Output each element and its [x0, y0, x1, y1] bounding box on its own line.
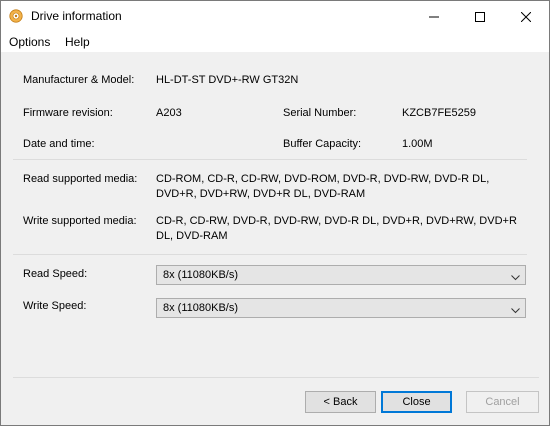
menu-options[interactable]: Options — [9, 35, 50, 49]
write-media-label: Write supported media: — [23, 215, 137, 227]
chevron-down-icon — [511, 305, 520, 317]
write-media-value: CD-R, CD-RW, DVD-R, DVD-RW, DVD-R DL, DV… — [156, 215, 517, 242]
cancel-button[interactable]: Cancel — [466, 391, 539, 413]
manufacturer-label: Manufacturer & Model: — [23, 74, 135, 86]
cd-disc-icon — [9, 9, 23, 23]
minimize-button[interactable] — [411, 1, 457, 32]
divider — [13, 159, 527, 160]
drive-information-window: Drive information Options Help Manufactu… — [0, 0, 550, 426]
firmware-label: Firmware revision: — [23, 107, 113, 119]
window-title: Drive information — [31, 9, 122, 23]
close-window-button[interactable] — [503, 1, 549, 32]
divider — [13, 254, 527, 255]
serial-label: Serial Number: — [283, 107, 357, 119]
minimize-icon — [429, 12, 439, 22]
datetime-label: Date and time: — [23, 138, 95, 150]
buffer-value: 1.00M — [402, 138, 433, 150]
maximize-button[interactable] — [457, 1, 503, 32]
serial-value: KZCB7FE5259 — [402, 107, 476, 119]
write-speed-label: Write Speed: — [23, 300, 87, 312]
read-speed-value: 8x (11080KB/s) — [163, 269, 239, 281]
read-media-label: Read supported media: — [23, 173, 138, 185]
menu-bar: Options Help — [1, 32, 549, 52]
close-icon — [521, 11, 531, 22]
chevron-down-icon — [511, 272, 520, 284]
read-media-value: CD-ROM, CD-R, CD-RW, DVD-ROM, DVD-R, DVD… — [156, 173, 490, 200]
menu-help[interactable]: Help — [65, 35, 90, 49]
back-button[interactable]: < Back — [305, 391, 376, 413]
maximize-icon — [475, 11, 485, 22]
footer-divider — [13, 377, 539, 378]
drive-info-panel: Manufacturer & Model: HL-DT-ST DVD+-RW G… — [1, 52, 549, 425]
close-button[interactable]: Close — [381, 391, 452, 413]
read-speed-select[interactable]: 8x (11080KB/s) — [156, 265, 526, 285]
write-speed-value: 8x (11080KB/s) — [163, 302, 239, 314]
firmware-value: A203 — [156, 107, 182, 119]
write-speed-select[interactable]: 8x (11080KB/s) — [156, 298, 526, 318]
read-speed-label: Read Speed: — [23, 268, 88, 280]
buffer-label: Buffer Capacity: — [283, 138, 362, 150]
title-bar[interactable]: Drive information — [1, 1, 549, 32]
manufacturer-value: HL-DT-ST DVD+-RW GT32N — [156, 74, 299, 86]
